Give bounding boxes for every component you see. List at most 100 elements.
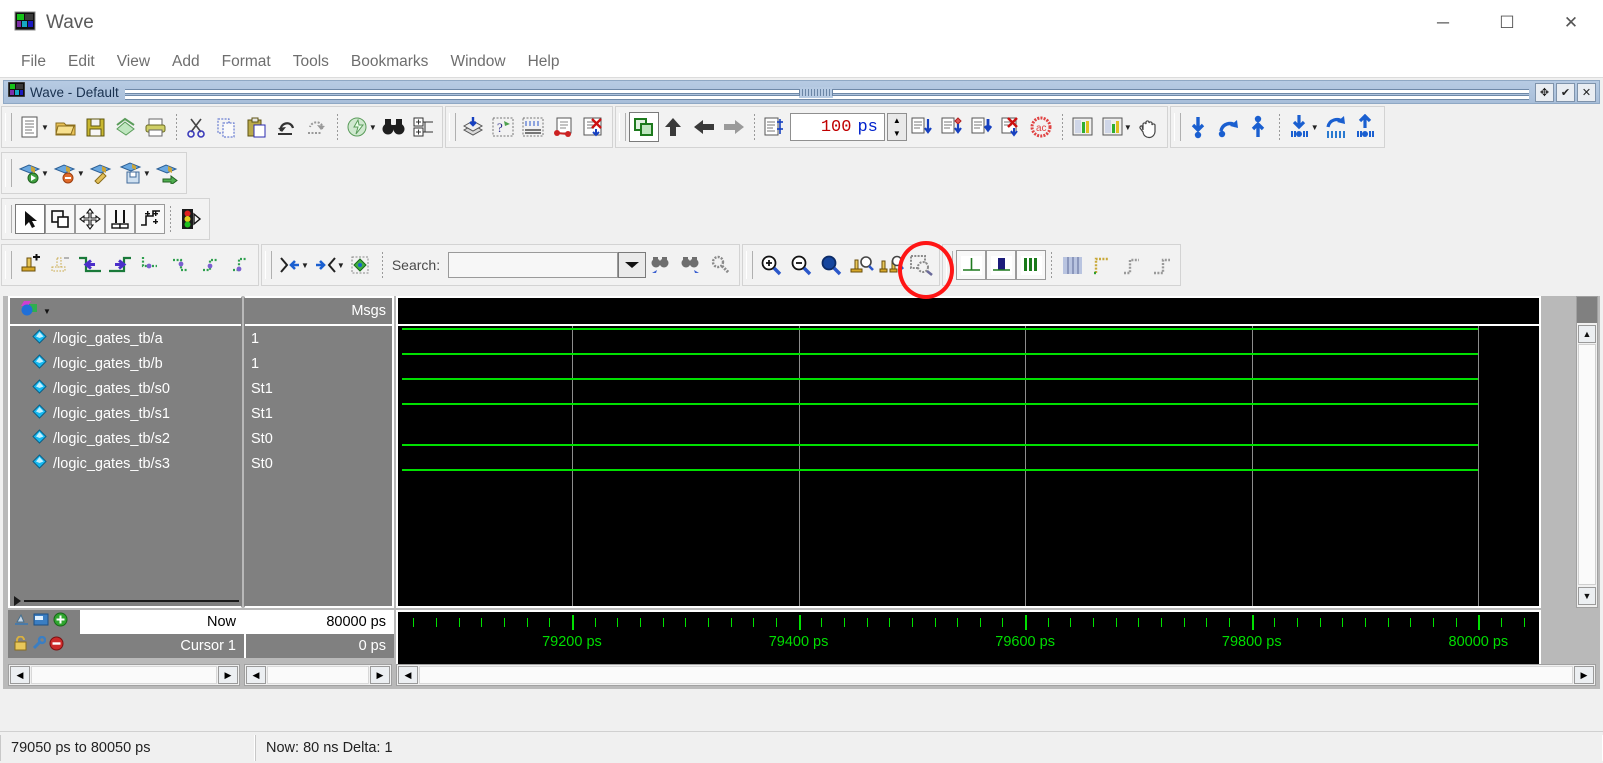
format-dual-button[interactable]	[986, 250, 1017, 280]
scroll-left-button[interactable]: ◀	[10, 666, 30, 684]
menu-item-view[interactable]: View	[106, 50, 161, 74]
properties-button[interactable]	[409, 111, 439, 143]
traffic-light-button[interactable]	[176, 203, 206, 235]
run-back-button[interactable]	[689, 111, 719, 143]
wave-edit-button[interactable]	[87, 157, 117, 189]
wave-vertical-scrollbar[interactable]: ▲ ▼	[1576, 296, 1598, 608]
copy-button[interactable]	[212, 111, 242, 143]
spinner-down-icon[interactable]: ▼	[888, 127, 906, 140]
values-horizontal-scrollbar[interactable]: ◀ ▶	[244, 664, 392, 686]
zoom-range-button[interactable]	[876, 249, 906, 281]
wave-compare-button[interactable]	[1068, 111, 1098, 143]
close-button[interactable]: ✕	[1539, 0, 1603, 46]
remove-button[interactable]	[579, 111, 609, 143]
edit-insert-button[interactable]	[105, 204, 135, 234]
select-mode-button[interactable]	[15, 204, 45, 234]
wave-run-button[interactable]	[15, 157, 45, 189]
close-pane-button[interactable]: ✕	[1577, 82, 1596, 102]
find-button[interactable]	[379, 111, 409, 143]
now-add-icon[interactable]	[53, 612, 68, 632]
compile-button[interactable]	[343, 111, 373, 143]
scroll-right-button[interactable]: ▶	[1574, 666, 1594, 684]
lock-icon[interactable]	[13, 635, 28, 656]
format-multi-button[interactable]	[1016, 250, 1047, 280]
reload-button[interactable]	[111, 111, 141, 143]
toolbar-grip[interactable]	[618, 113, 626, 141]
scroll-track[interactable]	[419, 666, 1573, 684]
run-length-field[interactable]: 100 ps	[789, 113, 885, 141]
scroll-down-button[interactable]: ▼	[1578, 587, 1596, 605]
print-button[interactable]	[141, 111, 171, 143]
grid-button[interactable]	[1057, 249, 1087, 281]
delete-cursor-icon[interactable]	[49, 636, 64, 656]
toolbar-grip[interactable]	[5, 113, 12, 141]
toolbar-grip[interactable]	[746, 251, 754, 279]
redo-button[interactable]	[302, 111, 332, 143]
step-into-button[interactable]	[907, 111, 937, 143]
menu-item-file[interactable]: File	[10, 50, 57, 74]
wave-style-2-button[interactable]	[1117, 249, 1147, 281]
waveform-traces[interactable]	[398, 324, 1539, 606]
expand-toggle-button[interactable]	[1214, 111, 1244, 143]
signal-row-b[interactable]: /logic_gates_tb/b	[10, 351, 241, 376]
insert-cursor-button[interactable]	[15, 249, 45, 281]
stop-button[interactable]: ac	[1027, 111, 1057, 143]
search-history-dropdown[interactable]	[618, 252, 647, 278]
zoom-in-button[interactable]	[756, 249, 786, 281]
collapse-sel-button[interactable]	[1285, 111, 1315, 143]
collapse-all-button[interactable]	[1184, 111, 1214, 143]
run-up-button[interactable]	[659, 111, 689, 143]
expand-time-all-button[interactable]	[347, 249, 377, 281]
dataflow-button[interactable]	[549, 111, 579, 143]
find-next-transition-button[interactable]	[105, 249, 135, 281]
wrench-icon[interactable]	[31, 635, 47, 656]
scroll-up-button[interactable]: ▲	[1578, 325, 1596, 343]
menu-item-format[interactable]: Format	[211, 50, 282, 74]
signal-row-s0[interactable]: /logic_gates_tb/s0	[10, 376, 241, 401]
add-wave-button[interactable]	[459, 111, 489, 143]
run-length-button[interactable]	[760, 111, 790, 143]
minimize-button[interactable]: ─	[1411, 0, 1475, 46]
zoom-select-area-button[interactable]	[906, 249, 936, 281]
search-next-button[interactable]	[676, 249, 706, 281]
menu-item-edit[interactable]: Edit	[57, 50, 106, 74]
open-file-button[interactable]	[51, 111, 81, 143]
now-window-icon[interactable]	[33, 612, 50, 632]
signal-row-s1[interactable]: /logic_gates_tb/s1	[10, 401, 241, 426]
expand-all-button[interactable]	[1244, 111, 1274, 143]
signal-row-a[interactable]: /logic_gates_tb/a	[10, 326, 241, 351]
edge-1-button[interactable]	[135, 249, 165, 281]
now-marker-icon[interactable]	[13, 612, 30, 632]
paste-button[interactable]	[242, 111, 272, 143]
pane-grip[interactable]	[798, 87, 833, 98]
wave-save-button[interactable]	[117, 157, 147, 189]
pan-hand-button[interactable]	[1134, 111, 1164, 143]
undock-button[interactable]: ✥	[1535, 82, 1554, 102]
signal-row-s2[interactable]: /logic_gates_tb/s2	[10, 426, 241, 451]
menu-item-tools[interactable]: Tools	[282, 50, 340, 74]
objects-filter-icon[interactable]	[18, 299, 40, 323]
format-single-button[interactable]	[956, 250, 987, 280]
edge-4-button[interactable]	[225, 249, 255, 281]
toolbar-grip[interactable]	[265, 251, 272, 279]
wave-stop-button[interactable]	[51, 157, 81, 189]
toolbar-grip[interactable]	[5, 205, 12, 233]
edit-props-button[interactable]	[135, 204, 165, 234]
wave-export-button[interactable]	[153, 157, 183, 189]
save-button[interactable]	[81, 111, 111, 143]
expand-time-next-button[interactable]	[311, 249, 341, 281]
cut-button[interactable]	[182, 111, 212, 143]
edge-3-button[interactable]	[195, 249, 225, 281]
wave-style-1-button[interactable]	[1087, 249, 1117, 281]
expand-time-prev-button[interactable]	[275, 249, 305, 281]
zoom-cursor-button[interactable]	[846, 249, 876, 281]
scroll-left-button[interactable]: ◀	[398, 666, 418, 684]
wave-horizontal-scrollbar[interactable]: ◀ ▶	[396, 664, 1596, 686]
run-length-stepper[interactable]: ▲ ▼	[886, 113, 907, 141]
now-row[interactable]: Now 80000 ps	[8, 610, 394, 634]
toolbar-grip[interactable]	[1173, 113, 1181, 141]
step-out-button[interactable]	[967, 111, 997, 143]
toggle-sel-button[interactable]	[1321, 111, 1351, 143]
scroll-track[interactable]	[267, 666, 369, 684]
waveform-canvas[interactable]	[396, 296, 1541, 608]
